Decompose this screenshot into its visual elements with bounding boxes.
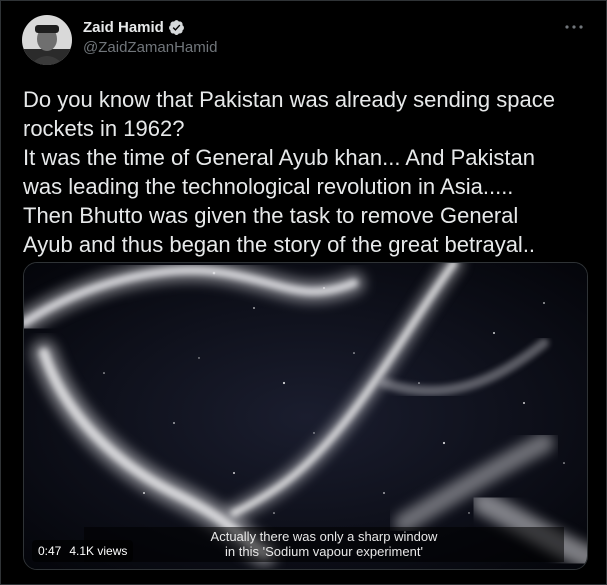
tweet-text-line: Do you know that Pakistan was already se…	[23, 87, 555, 112]
video-caption: Actually there was only a sharp window i…	[84, 527, 564, 562]
video-caption-line: in this 'Sodium vapour experiment'	[225, 544, 423, 559]
tweet-text-line: was leading the technological revolution…	[23, 174, 514, 199]
video-frame	[24, 263, 587, 569]
tweet-text-line: It was the time of General Ayub khan... …	[23, 145, 536, 170]
tweet-text: Do you know that Pakistan was already se…	[23, 85, 593, 259]
avatar[interactable]	[22, 15, 72, 65]
video-player[interactable]: Actually there was only a sharp window i…	[23, 262, 588, 570]
display-name[interactable]: Zaid Hamid	[83, 19, 164, 36]
tweet-text-line: Ayub and thus began the story of the gre…	[23, 232, 536, 257]
video-view-count: 4.1K views	[69, 544, 128, 558]
video-meta: 0:47 4.1K views	[32, 540, 134, 562]
more-horizontal-icon[interactable]	[562, 19, 586, 35]
handle[interactable]: @ZaidZamanHamid	[83, 39, 217, 56]
display-name-row: Zaid Hamid	[83, 19, 217, 36]
video-caption-line: Actually there was only a sharp window	[210, 529, 438, 544]
author-info: Zaid Hamid @ZaidZamanHamid	[83, 19, 217, 56]
video-timestamp: 0:47	[38, 544, 62, 558]
tweet-card[interactable]: Zaid Hamid @ZaidZamanHamid Do you know t…	[0, 0, 607, 585]
tweet-text-line: Then Bhutto was given the task to remove…	[23, 203, 519, 228]
verified-badge-icon	[168, 19, 185, 36]
tweet-text-line: rockets in 1962?	[23, 116, 185, 141]
